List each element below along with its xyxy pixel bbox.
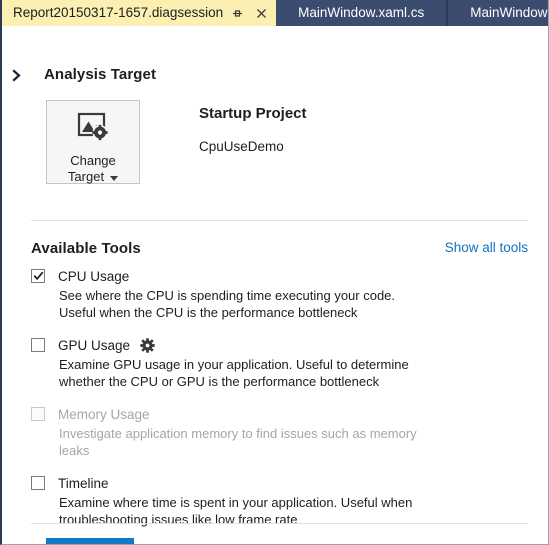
divider-top	[31, 220, 528, 221]
tab-bar: Report20150317-1657.diagsession MainWind…	[2, 0, 548, 26]
tab-mainwindow-xaml[interactable]: MainWindow.xaml	[448, 0, 548, 26]
checkbox-cpu-usage[interactable]	[31, 269, 45, 283]
tool-item-gpu-usage[interactable]: GPU Usage Examine GPU usage in your appl…	[31, 336, 528, 390]
tool-list: CPU Usage See where the CPU is spending …	[31, 267, 528, 528]
tool-label-memory-usage: Memory Usage	[58, 406, 150, 422]
change-target-button[interactable]: Change Target	[46, 100, 140, 184]
image-settings-icon	[77, 112, 109, 147]
diagnostics-content: Analysis Target Change Target Startup Pr…	[2, 26, 548, 544]
tab-label: MainWindow.xaml	[470, 5, 548, 20]
pin-icon[interactable]	[228, 4, 247, 23]
checkbox-gpu-usage[interactable]	[31, 338, 45, 352]
tool-description-memory-usage: Investigate application memory to find i…	[59, 426, 417, 458]
divider-bottom	[31, 523, 528, 524]
analysis-target-row: Change Target Startup Project CpuUseDemo	[46, 100, 307, 184]
tool-item-memory-usage: Memory Usage Investigate application mem…	[31, 405, 528, 459]
startup-project-label: Startup Project	[199, 105, 307, 122]
tool-label-gpu-usage: GPU Usage	[58, 337, 131, 353]
gear-icon[interactable]	[140, 337, 155, 353]
show-all-tools-link[interactable]: Show all tools	[445, 240, 528, 255]
tool-item-cpu-usage[interactable]: CPU Usage See where the CPU is spending …	[31, 267, 528, 321]
tool-description-gpu-usage: Examine GPU usage in your application. U…	[59, 357, 409, 389]
startup-project-block: Startup Project CpuUseDemo	[199, 100, 307, 154]
active-tab-title: Report20150317-1657.diagsession	[13, 5, 224, 20]
diagnostics-session-window: Report20150317-1657.diagsession MainWind…	[0, 0, 549, 545]
available-tools-heading: Available Tools	[31, 240, 141, 257]
startup-project-value: CpuUseDemo	[199, 139, 284, 154]
tool-label-timeline: Timeline	[58, 475, 109, 491]
analysis-target-heading: Analysis Target	[44, 66, 157, 83]
checkbox-memory-usage	[31, 407, 45, 421]
caret-down-icon[interactable]	[110, 175, 119, 181]
chevron-right-icon[interactable]	[8, 67, 24, 83]
close-icon[interactable]	[252, 4, 271, 23]
tab-report-diagsession[interactable]: Report20150317-1657.diagsession	[2, 0, 277, 26]
tab-mainwindow-xaml-cs[interactable]: MainWindow.xaml.cs	[276, 0, 447, 26]
checkbox-timeline[interactable]	[31, 476, 45, 490]
tool-label-cpu-usage: CPU Usage	[58, 268, 130, 284]
tool-description-cpu-usage: See where the CPU is spending time execu…	[59, 288, 396, 320]
change-target-line2: Target	[67, 169, 105, 184]
start-button[interactable]: Start	[46, 538, 134, 544]
tab-label: MainWindow.xaml.cs	[298, 5, 425, 20]
change-target-line1: Change	[70, 153, 116, 168]
tool-item-timeline[interactable]: Timeline Examine where time is spent in …	[31, 474, 528, 528]
